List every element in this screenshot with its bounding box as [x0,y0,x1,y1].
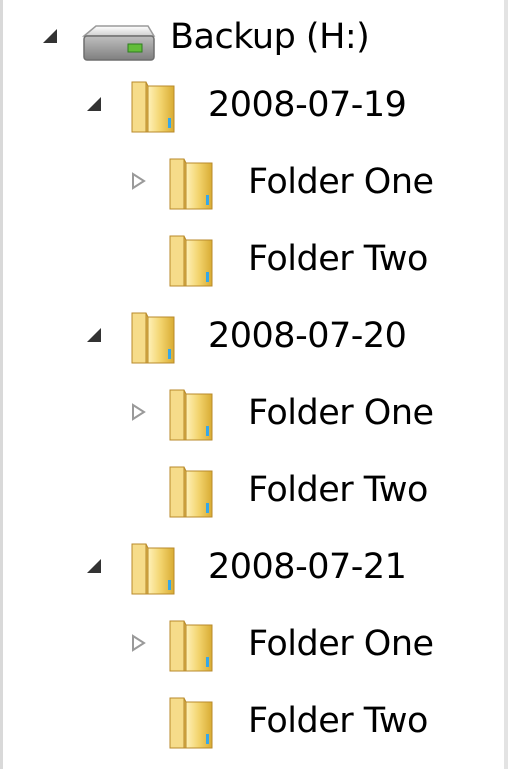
expanded-arrow-icon[interactable] [82,554,106,578]
tree-item-date[interactable]: 2008-07-19 [0,78,500,140]
collapsed-arrow-icon[interactable] [126,631,150,655]
tree-item-label: Folder Two [248,701,428,741]
tree-item-label: Folder Two [248,239,428,279]
folder-icon [124,540,184,604]
tree-item-label: Folder Two [248,470,428,510]
folder-icon [162,386,222,450]
collapsed-arrow-icon[interactable] [126,400,150,424]
folder-icon [162,463,222,527]
folder-icon [162,617,222,681]
tree-item-folder-one[interactable]: Folder One [0,155,500,217]
tree-item-date[interactable]: 2008-07-20 [0,309,500,371]
tree-item-folder-two[interactable]: Folder Two [0,694,500,756]
folder-icon [162,232,222,296]
tree-item-date[interactable]: 2008-07-21 [0,540,500,602]
tree-item-folder-two[interactable]: Folder Two [0,232,500,294]
collapsed-arrow-icon[interactable] [126,169,150,193]
tree-item-label: Folder One [248,162,434,202]
tree-item-label: 2008-07-19 [208,85,407,125]
folder-icon [124,309,184,373]
expanded-arrow-icon[interactable] [38,24,62,48]
tree-item-folder-one[interactable]: Folder One [0,386,500,448]
tree-item-label: 2008-07-21 [208,547,407,587]
folder-icon [162,694,222,758]
tree-item-backup-h[interactable]: Backup (H:) [0,10,500,72]
drive-icon [78,18,158,70]
tree-item-label: Folder One [248,393,434,433]
tree-item-folder-one[interactable]: Folder One [0,617,500,679]
folder-tree: Backup (H:) 2008-07-19 Folder One Folder… [0,0,508,769]
tree-frame-right [504,0,508,769]
folder-icon [124,78,184,142]
tree-item-folder-two[interactable]: Folder Two [0,463,500,525]
expanded-arrow-icon[interactable] [82,323,106,347]
folder-icon [162,155,222,219]
tree-item-label: Backup (H:) [170,17,370,57]
expanded-arrow-icon[interactable] [82,92,106,116]
tree-item-label: 2008-07-20 [208,316,407,356]
tree-item-label: Folder One [248,624,434,664]
